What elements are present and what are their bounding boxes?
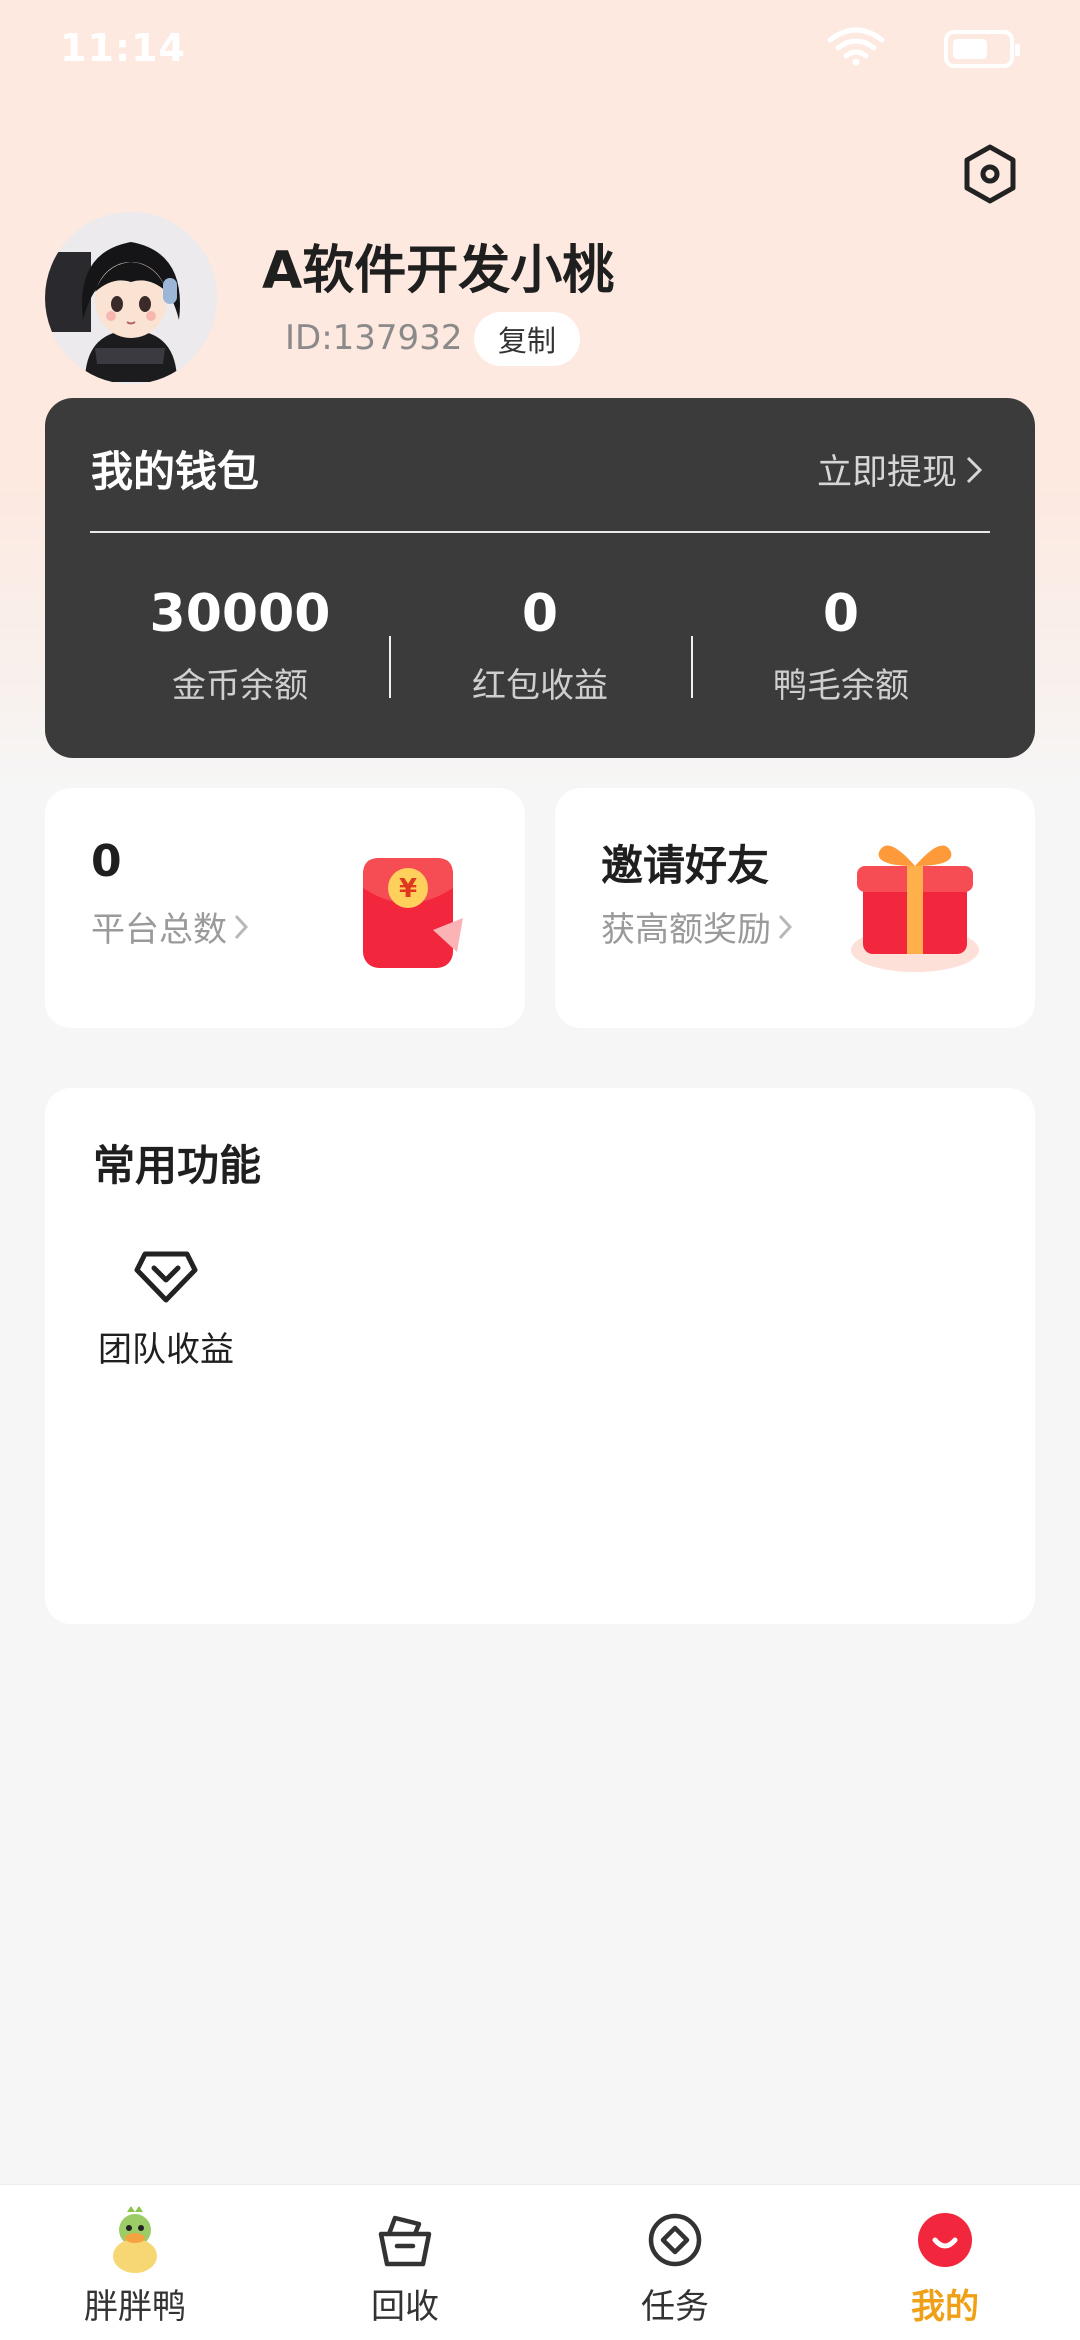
team-earnings-item[interactable]: 团队收益 [91,1238,241,1371]
invite-reward-label: 获高额奖励 [601,910,771,950]
nav-item-pangpangya[interactable]: 胖胖鸭 [35,2205,235,2328]
nav-label-recycle: 回收 [371,2287,439,2327]
bottom-navigation: 胖胖鸭 回收 任务 我的 [0,2184,1080,2340]
nav-label-mine: 我的 [911,2287,979,2327]
settings-hexagon-icon [964,144,1016,204]
withdraw-label: 立即提现 [816,453,957,493]
platform-total-label: 平台总数 [91,910,227,950]
invite-friends-title: 邀请好友 [601,841,770,890]
nav-item-mine[interactable]: 我的 [845,2205,1045,2328]
platform-total-card[interactable]: 0 平台总数 ¥ [45,788,525,1028]
duck-icon [100,2205,170,2275]
common-features-card: 常用功能 团队收益 [45,1088,1035,1624]
duck-feather-balance-stat[interactable]: 0 鸭毛余额 [691,584,991,707]
basket-icon [370,2205,440,2275]
redpacket-earnings-stat[interactable]: 0 红包收益 [390,584,690,707]
user-id: ID:137932 [285,318,463,358]
invite-friends-card[interactable]: 邀请好友 获高额奖励 [555,788,1035,1028]
coin-balance-label: 金币余额 [172,666,308,706]
duck-feather-balance-value: 0 [822,584,860,644]
avatar[interactable] [45,212,217,384]
redpacket-earnings-value: 0 [521,584,559,644]
gift-box-icon [835,830,995,980]
task-circle-icon [640,2205,710,2275]
wallet-divider [90,531,990,533]
redpacket-earnings-label: 红包收益 [472,666,608,706]
svg-text:¥: ¥ [399,874,417,904]
status-time: 11:14 [60,26,186,70]
nav-item-tasks[interactable]: 任务 [575,2205,775,2328]
platform-total-value: 0 [91,836,122,887]
nav-item-recycle[interactable]: 回收 [305,2205,505,2328]
wallet-title: 我的钱包 [91,447,260,496]
chevron-right-icon [778,914,793,939]
battery-icon [944,30,1020,68]
username: A软件开发小桃 [262,241,615,301]
coin-balance-stat[interactable]: 30000 金币余额 [90,584,390,707]
red-packet-icon: ¥ [345,848,475,978]
nav-label-tasks: 任务 [641,2287,709,2327]
chevron-right-icon [234,914,249,939]
platform-total-link[interactable]: 平台总数 [91,902,249,951]
withdraw-link[interactable]: 立即提现 [817,444,983,495]
settings-button[interactable] [958,142,1022,206]
common-features-title: 常用功能 [93,1141,262,1190]
team-earnings-label: 团队收益 [98,1330,234,1370]
copy-id-button[interactable]: 复制 [474,312,580,366]
chevron-right-icon [966,456,983,483]
diamond-chevron-icon [131,1238,201,1308]
smile-profile-icon [910,2205,980,2275]
status-bar: 11:14 [0,0,1080,100]
invite-reward-link[interactable]: 获高额奖励 [601,902,793,951]
coin-balance-value: 30000 [149,584,331,644]
wallet-card: 我的钱包 立即提现 30000 金币余额 0 红包收益 0 鸭毛余额 [45,398,1035,758]
wifi-icon [826,26,886,70]
nav-label-pangpangya: 胖胖鸭 [84,2287,186,2327]
duck-feather-balance-label: 鸭毛余额 [773,666,909,706]
